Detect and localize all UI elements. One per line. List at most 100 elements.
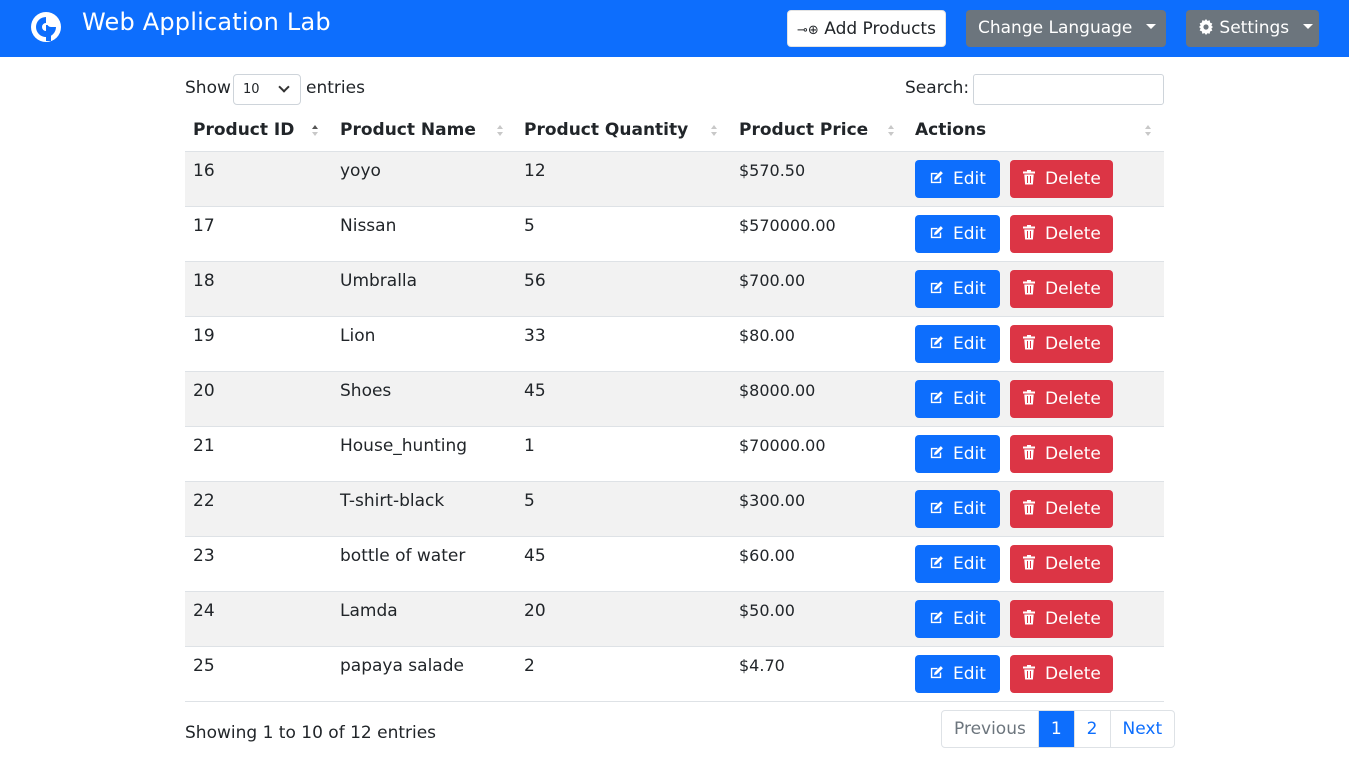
table-row: 21 House_hunting 1 $70000.00 Edit Delete — [185, 427, 1164, 482]
delete-button[interactable]: Delete — [1010, 325, 1113, 363]
trash-icon — [1023, 500, 1035, 515]
edit-button[interactable]: Edit — [915, 380, 1000, 418]
delete-label: Delete — [1045, 444, 1101, 464]
pagination: Previous 1 2 Next — [941, 710, 1176, 748]
table-row: 16 yoyo 12 $570.50 Edit Delete — [185, 152, 1164, 207]
column-header-product-id[interactable]: Product ID — [185, 112, 332, 152]
delete-button[interactable]: Delete — [1010, 215, 1113, 253]
table-header: Product ID Product Name Product Quantity… — [185, 112, 1164, 152]
edit-button[interactable]: Edit — [915, 545, 1000, 583]
table-row: 23 bottle of water 45 $60.00 Edit Delete — [185, 537, 1164, 592]
product-name-cell: yoyo — [340, 161, 381, 181]
product-quantity-cell: 12 — [524, 161, 546, 181]
product-price-cell: $50.00 — [739, 601, 795, 620]
column-header-label: Product Price — [739, 120, 869, 140]
product-quantity-cell: 45 — [524, 546, 546, 566]
edit-button[interactable]: Edit — [915, 215, 1000, 253]
trash-icon — [1023, 225, 1035, 240]
delete-button[interactable]: Delete — [1010, 545, 1113, 583]
edit-button[interactable]: Edit — [915, 270, 1000, 308]
column-header-product-quantity[interactable]: Product Quantity — [516, 112, 731, 152]
delete-button[interactable]: Delete — [1010, 655, 1113, 693]
trash-icon — [1023, 555, 1035, 570]
pagination-previous[interactable]: Previous — [942, 711, 1038, 747]
edit-button[interactable]: Edit — [915, 655, 1000, 693]
sort-icon — [1145, 125, 1153, 139]
trash-icon — [1023, 280, 1035, 295]
edit-label: Edit — [953, 664, 986, 684]
add-products-button[interactable]: ⊸⊕ Add Products — [787, 10, 946, 47]
edit-label: Edit — [953, 609, 986, 629]
pagination-page-2[interactable]: 2 — [1073, 711, 1110, 747]
edit-button[interactable]: Edit — [915, 600, 1000, 638]
product-name-cell: Lamda — [340, 601, 398, 621]
settings-label: Settings — [1219, 18, 1290, 38]
edit-icon — [930, 171, 943, 184]
delete-button[interactable]: Delete — [1010, 600, 1113, 638]
product-quantity-cell: 1 — [524, 436, 535, 456]
sort-ascending-icon — [312, 125, 320, 139]
product-price-cell: $60.00 — [739, 546, 795, 565]
edit-button[interactable]: Edit — [915, 490, 1000, 528]
sort-icon — [497, 125, 505, 139]
pagination-next[interactable]: Next — [1109, 711, 1175, 747]
product-price-cell: $300.00 — [739, 491, 806, 510]
column-header-label: Product Name — [340, 120, 476, 140]
delete-button[interactable]: Delete — [1010, 490, 1113, 528]
app-title[interactable]: Web Application Lab — [82, 8, 331, 36]
change-language-dropdown[interactable]: Change Language — [966, 10, 1166, 47]
column-header-product-price[interactable]: Product Price — [731, 112, 907, 152]
brand-logo-icon[interactable] — [30, 11, 62, 43]
navbar: Web Application Lab ⊸⊕ Add Products Chan… — [0, 0, 1349, 57]
gear-icon — [1199, 18, 1213, 35]
trash-icon — [1023, 170, 1035, 185]
delete-label: Delete — [1045, 334, 1101, 354]
delete-label: Delete — [1045, 554, 1101, 574]
edit-icon — [930, 556, 943, 569]
settings-dropdown[interactable]: Settings — [1186, 10, 1319, 47]
sort-icon — [888, 125, 896, 139]
delete-button[interactable]: Delete — [1010, 160, 1113, 198]
show-label: Show — [185, 78, 231, 98]
search-label: Search: — [905, 78, 970, 98]
edit-label: Edit — [953, 169, 986, 189]
table-row: 22 T-shirt-black 5 $300.00 Edit Delete — [185, 482, 1164, 537]
product-price-cell: $70000.00 — [739, 436, 826, 455]
delete-button[interactable]: Delete — [1010, 380, 1113, 418]
column-header-product-name[interactable]: Product Name — [332, 112, 516, 152]
product-id-cell: 22 — [193, 491, 215, 511]
edit-button[interactable]: Edit — [915, 325, 1000, 363]
product-name-cell: Umbralla — [340, 271, 418, 291]
edit-label: Edit — [953, 224, 986, 244]
product-id-cell: 21 — [193, 436, 215, 456]
entries-length-select[interactable]: 10 — [233, 74, 301, 105]
product-name-cell: Shoes — [340, 381, 392, 401]
table-info: Showing 1 to 10 of 12 entries — [185, 723, 437, 743]
product-name-cell: Lion — [340, 326, 376, 346]
pagination-page-1[interactable]: 1 — [1037, 711, 1074, 747]
search-input[interactable] — [973, 74, 1164, 105]
edit-button[interactable]: Edit — [915, 435, 1000, 473]
chevron-down-icon — [278, 81, 290, 93]
product-id-cell: 23 — [193, 546, 215, 566]
table-body: 16 yoyo 12 $570.50 Edit Delete 17 Nissan… — [185, 152, 1164, 702]
edit-label: Edit — [953, 554, 986, 574]
column-header-label: Product Quantity — [524, 120, 689, 140]
product-id-cell: 18 — [193, 271, 215, 291]
edit-button[interactable]: Edit — [915, 160, 1000, 198]
delete-button[interactable]: Delete — [1010, 270, 1113, 308]
product-name-cell: T-shirt-black — [340, 491, 445, 511]
table-row: 17 Nissan 5 $570000.00 Edit Delete — [185, 207, 1164, 262]
product-price-cell: $4.70 — [739, 656, 785, 675]
product-price-cell: $700.00 — [739, 271, 806, 290]
column-header-actions[interactable]: Actions — [907, 112, 1164, 152]
product-id-cell: 25 — [193, 656, 215, 676]
edit-label: Edit — [953, 389, 986, 409]
product-id-cell: 17 — [193, 216, 215, 236]
edit-label: Edit — [953, 444, 986, 464]
product-quantity-cell: 5 — [524, 491, 535, 511]
length-value: 10 — [243, 82, 260, 97]
delete-label: Delete — [1045, 499, 1101, 519]
delete-button[interactable]: Delete — [1010, 435, 1113, 473]
edit-icon — [930, 611, 943, 624]
